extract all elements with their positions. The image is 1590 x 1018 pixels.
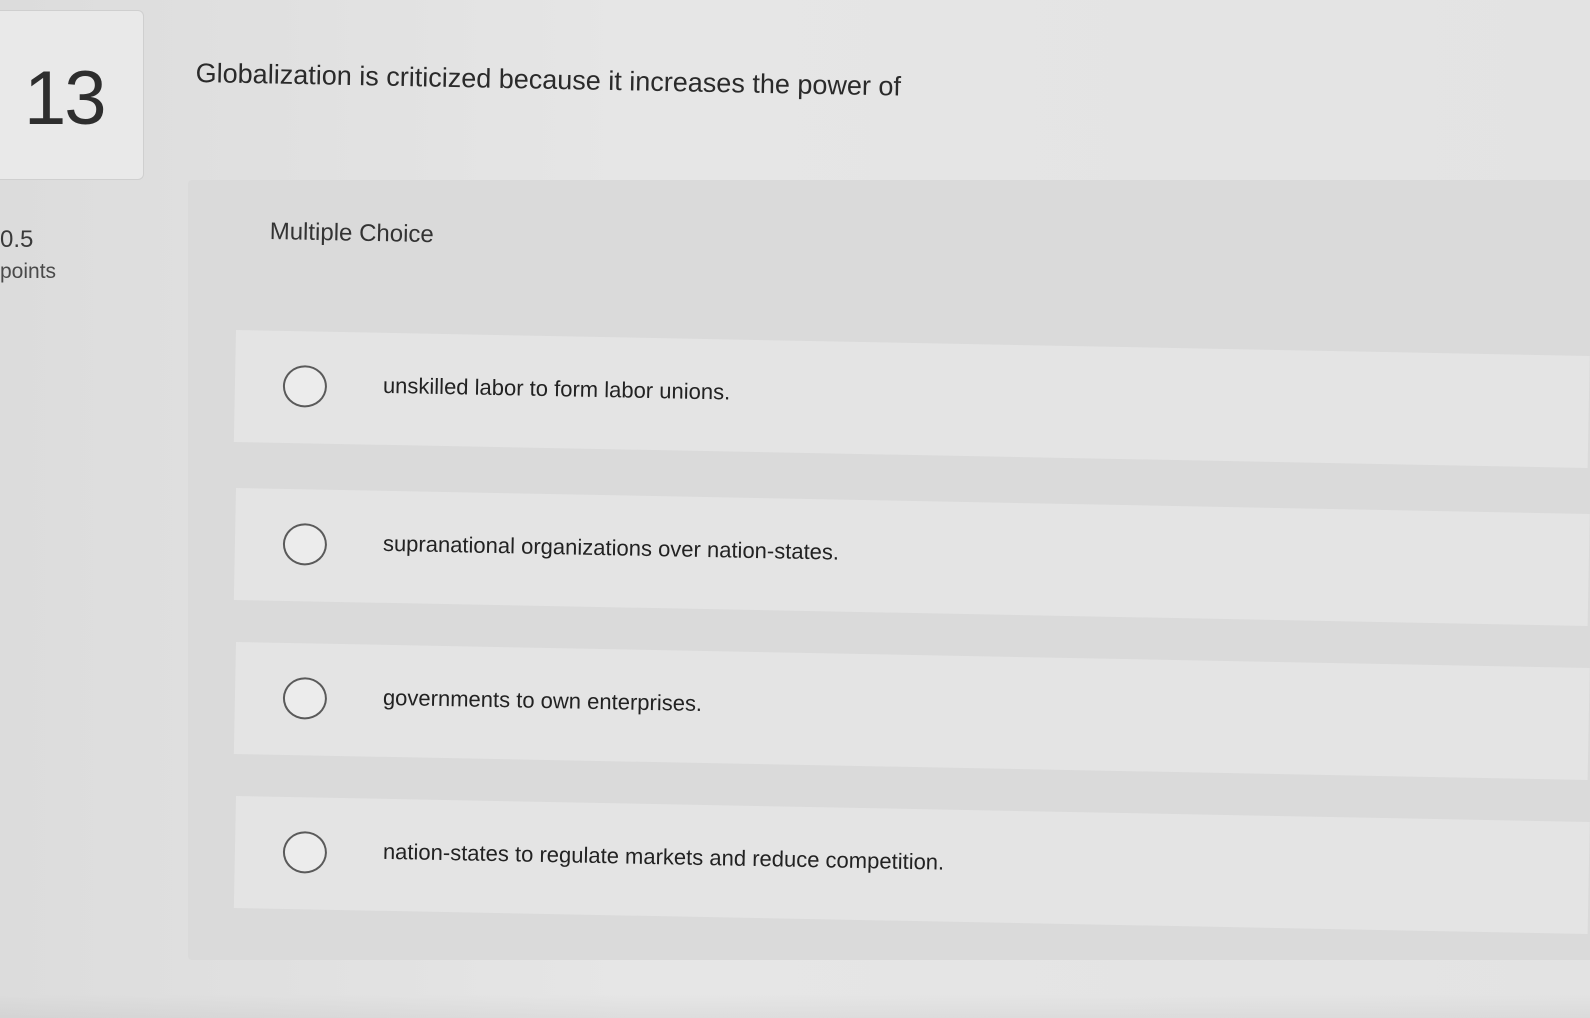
question-prompt: Globalization is criticized because it i… <box>195 58 902 102</box>
radio-button[interactable] <box>282 364 328 408</box>
answer-option-label: governments to own enterprises. <box>382 684 703 716</box>
radio-button[interactable] <box>282 830 328 874</box>
question-number: 13 <box>24 56 107 141</box>
points-label: points <box>0 260 57 283</box>
answer-option-label: nation-states to regulate markets and re… <box>382 838 945 875</box>
radio-button[interactable] <box>282 522 328 566</box>
question-number-box: 13 <box>0 10 144 180</box>
answer-option-label: unskilled labor to form labor unions. <box>382 372 731 405</box>
radio-button[interactable] <box>282 676 328 720</box>
question-type-label: Multiple Choice <box>269 218 435 249</box>
bottom-shade <box>0 994 1590 1018</box>
answer-option-label: supranational organizations over nation-… <box>382 530 840 565</box>
points-value: 0.5 <box>0 226 34 253</box>
